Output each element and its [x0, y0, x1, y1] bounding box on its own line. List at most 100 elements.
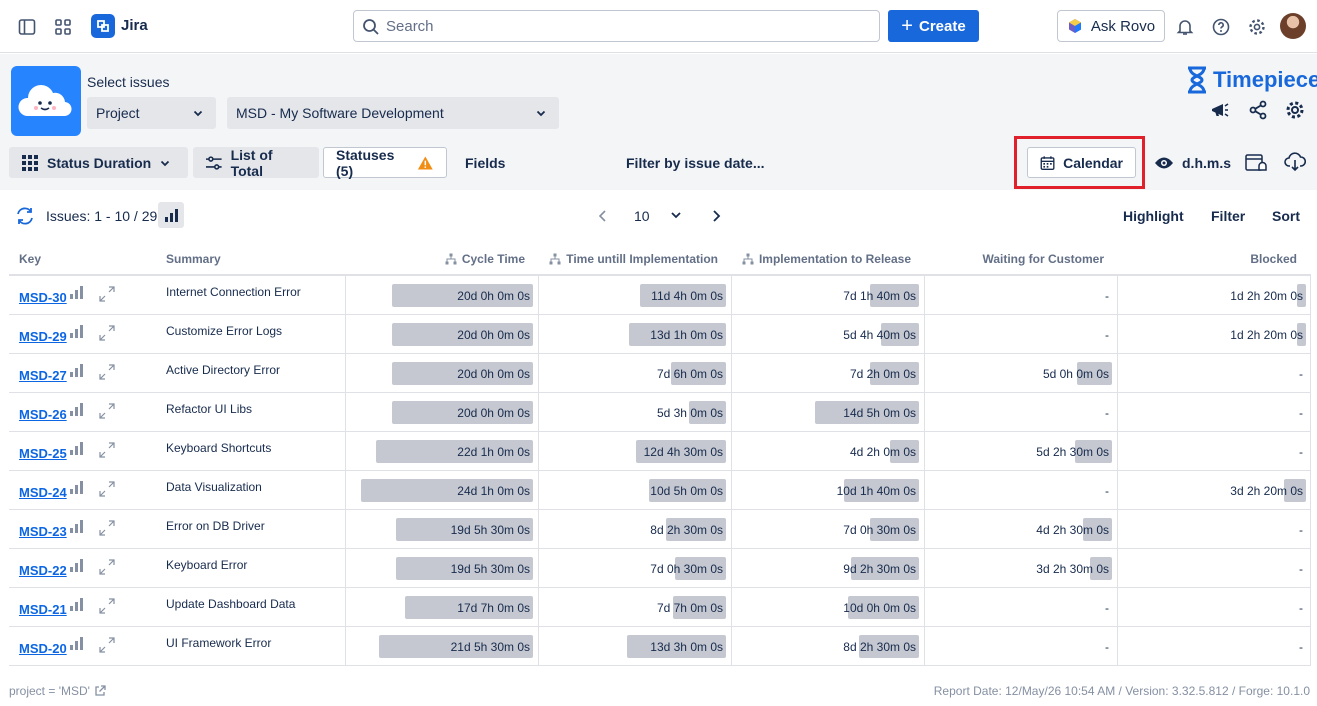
- cell-blocked: -: [1118, 510, 1311, 549]
- chevron-down-icon: [536, 110, 546, 117]
- page-size-select[interactable]: 10: [634, 208, 650, 224]
- cell-time-until-implementation: 5d 3h 0m 0s: [539, 393, 731, 432]
- expand-icon[interactable]: [98, 558, 116, 576]
- search-input[interactable]: Search: [353, 10, 880, 42]
- issue-summary: Refactor UI Libs: [166, 402, 253, 416]
- share-icon[interactable]: [1247, 99, 1269, 121]
- create-button[interactable]: + Create: [888, 10, 979, 42]
- list-of-total-button[interactable]: List of Total: [193, 146, 319, 179]
- cell-blocked: -: [1118, 354, 1311, 393]
- issues-table: Key Summary Cycle Time Time untill Imple…: [9, 243, 1311, 666]
- issue-key-link[interactable]: MSD-25: [19, 446, 67, 461]
- grid-icon: [22, 154, 38, 171]
- expand-icon[interactable]: [98, 480, 116, 498]
- app-switcher-icon[interactable]: [50, 14, 76, 40]
- jira-logo-icon[interactable]: [91, 14, 115, 38]
- settings-gear-icon[interactable]: [1244, 14, 1270, 40]
- issue-key-link[interactable]: MSD-26: [19, 407, 67, 422]
- project-type-dropdown[interactable]: Project: [87, 97, 216, 129]
- expand-icon[interactable]: [98, 441, 116, 459]
- duration-value: 13d 1h 0m 0s: [650, 328, 723, 342]
- issue-key-link[interactable]: MSD-23: [19, 524, 67, 539]
- user-avatar[interactable]: [1280, 13, 1306, 39]
- issue-summary: Update Dashboard Data: [166, 597, 296, 611]
- sidebar-toggle-icon[interactable]: [14, 14, 40, 40]
- cell-waiting-for-customer: 5d 0h 0m 0s: [925, 354, 1117, 393]
- column-blocked[interactable]: Blocked: [1250, 252, 1297, 266]
- duration-value: -: [1299, 445, 1303, 459]
- row-chart-icon[interactable]: [70, 481, 83, 494]
- cell-divider: [1310, 315, 1311, 354]
- jql-query[interactable]: project = 'MSD': [9, 684, 106, 698]
- issue-key-link[interactable]: MSD-21: [19, 602, 67, 617]
- row-chart-icon[interactable]: [70, 442, 83, 455]
- column-time-until-implementation[interactable]: Time untill Implementation: [549, 252, 718, 266]
- expand-icon[interactable]: [98, 519, 116, 537]
- issue-key-link[interactable]: MSD-27: [19, 368, 67, 383]
- calendar-reminder-icon[interactable]: [1245, 151, 1267, 173]
- project-select-dropdown[interactable]: MSD - My Software Development: [227, 97, 559, 129]
- issue-key-link[interactable]: MSD-30: [19, 290, 67, 305]
- row-chart-icon[interactable]: [70, 520, 83, 533]
- previous-page-icon[interactable]: [598, 210, 608, 222]
- cell-time-until-implementation: 7d 0h 30m 0s: [539, 549, 731, 588]
- row-chart-icon[interactable]: [70, 598, 83, 611]
- chart-toggle-icon[interactable]: [158, 202, 184, 228]
- settings-gear-icon[interactable]: [1284, 99, 1306, 121]
- issue-key-link[interactable]: MSD-22: [19, 563, 67, 578]
- cell-waiting-for-customer: 4d 2h 30m 0s: [925, 510, 1117, 549]
- expand-icon[interactable]: [98, 285, 116, 303]
- expand-icon[interactable]: [98, 402, 116, 420]
- help-icon[interactable]: [1208, 14, 1234, 40]
- row-chart-icon[interactable]: [70, 364, 83, 377]
- expand-icon[interactable]: [98, 597, 116, 615]
- expand-icon[interactable]: [98, 363, 116, 381]
- cell-blocked: -: [1118, 432, 1311, 471]
- issue-key-link[interactable]: MSD-20: [19, 641, 67, 656]
- filter-button[interactable]: Filter: [1211, 208, 1245, 224]
- highlight-button[interactable]: Highlight: [1123, 208, 1184, 224]
- issue-key-link[interactable]: MSD-24: [19, 485, 67, 500]
- row-chart-icon[interactable]: [70, 559, 83, 572]
- refresh-icon[interactable]: [15, 207, 35, 225]
- search-icon: [363, 19, 379, 35]
- cloud-download-icon[interactable]: [1284, 151, 1306, 173]
- column-waiting-for-customer[interactable]: Waiting for Customer: [982, 252, 1104, 266]
- notifications-bell-icon[interactable]: [1172, 14, 1198, 40]
- sort-button[interactable]: Sort: [1272, 208, 1300, 224]
- expand-icon[interactable]: [98, 636, 116, 654]
- app-name[interactable]: Jira: [121, 17, 148, 34]
- issue-summary: Keyboard Error: [166, 558, 248, 572]
- statuses-button[interactable]: Statuses (5): [323, 147, 447, 179]
- expand-icon[interactable]: [98, 324, 116, 342]
- fields-button[interactable]: Fields: [453, 147, 517, 178]
- row-chart-icon[interactable]: [70, 325, 83, 338]
- list-of-total-label: List of Total: [230, 146, 273, 179]
- next-page-icon[interactable]: [711, 210, 721, 222]
- table-row: MSD-26 Refactor UI Libs 20d 0h 0m 0s 5d 3h …: [9, 393, 1311, 432]
- ask-rovo-button[interactable]: Ask Rovo: [1057, 10, 1165, 42]
- row-chart-icon[interactable]: [70, 286, 83, 299]
- row-chart-icon[interactable]: [70, 637, 83, 650]
- duration-value: 5d 4h 40m 0s: [843, 328, 916, 342]
- issue-key-link[interactable]: MSD-29: [19, 329, 67, 344]
- cell-time-until-implementation: 11d 4h 0m 0s: [539, 276, 731, 315]
- status-duration-dropdown[interactable]: Status Duration: [9, 147, 188, 178]
- megaphone-icon[interactable]: [1209, 99, 1231, 121]
- issue-summary: Keyboard Shortcuts: [166, 441, 272, 455]
- cell-divider: [1310, 276, 1311, 315]
- duration-value: -: [1299, 562, 1303, 576]
- column-key[interactable]: Key: [19, 252, 41, 266]
- column-summary[interactable]: Summary: [166, 252, 221, 266]
- row-chart-icon[interactable]: [70, 403, 83, 416]
- duration-value: 12d 4h 30m 0s: [643, 445, 723, 459]
- cell-implementation-to-release: 7d 2h 0m 0s: [732, 354, 924, 393]
- column-implementation-to-release[interactable]: Implementation to Release: [742, 252, 911, 266]
- filter-by-date-button[interactable]: Filter by issue date...: [614, 147, 777, 178]
- chevron-down-icon[interactable]: [670, 211, 682, 221]
- dhms-format-button[interactable]: d.h.m.s: [1142, 147, 1243, 178]
- duration-value: 20d 0h 0m 0s: [457, 328, 530, 342]
- issue-summary: Data Visualization: [166, 480, 262, 494]
- duration-value: -: [1105, 601, 1109, 615]
- column-cycle-time[interactable]: Cycle Time: [445, 252, 525, 266]
